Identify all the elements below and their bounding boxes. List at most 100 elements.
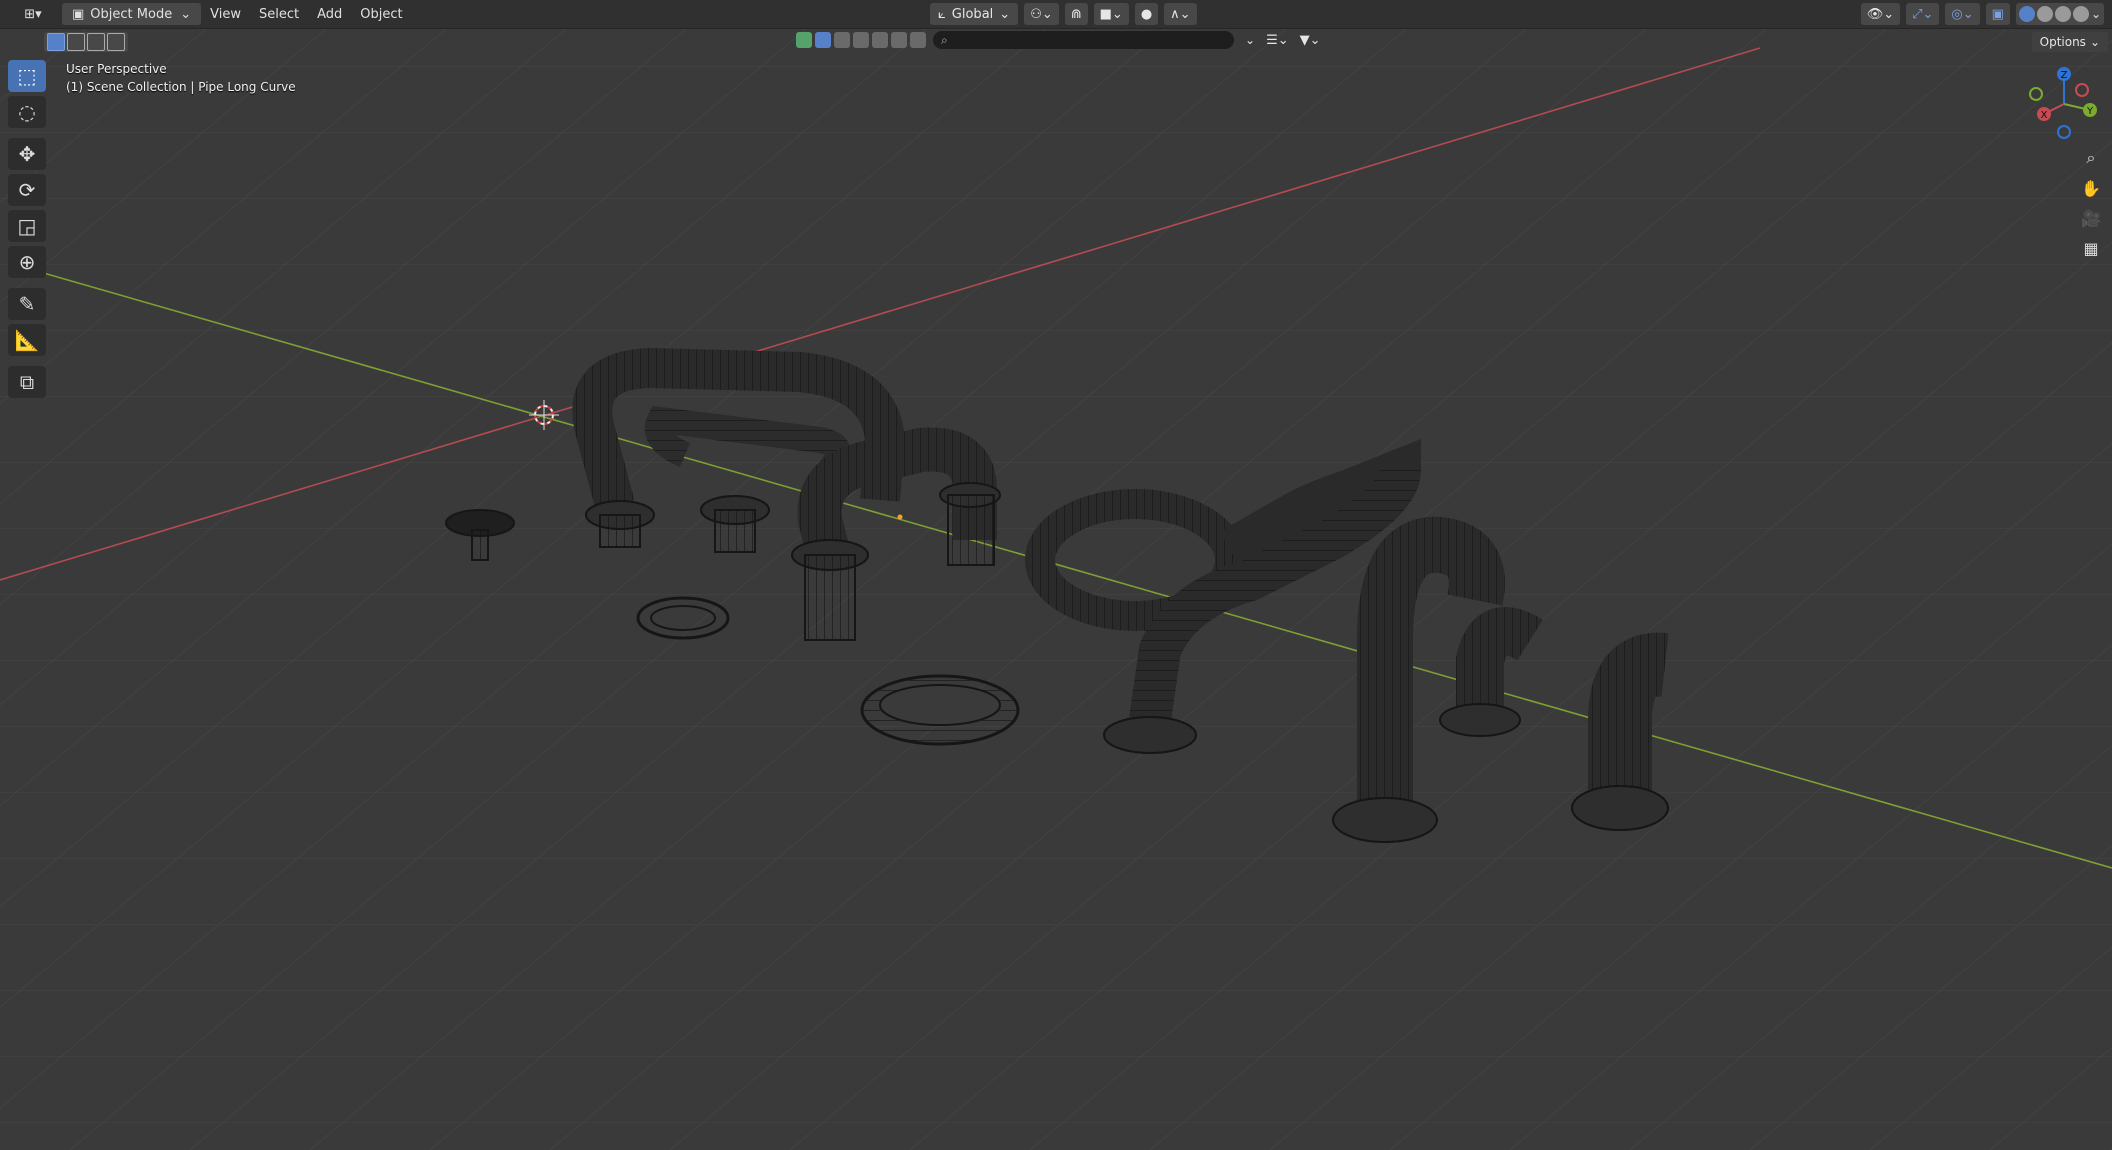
3d-viewport-icon: ⊞▾ bbox=[24, 6, 42, 22]
sort-icon[interactable]: ☰⌄ bbox=[1266, 33, 1289, 48]
gizmo-x-label: X bbox=[2041, 110, 2048, 121]
move-tool[interactable]: ✥ bbox=[8, 138, 46, 170]
chevron-down-icon: ⌄ bbox=[180, 6, 192, 22]
gizmo-toggle[interactable]: ⤢⌄ bbox=[1906, 3, 1940, 25]
proportional-edit-icon: ● bbox=[1140, 6, 1153, 22]
navigation-gizmo[interactable]: Z Y X bbox=[2016, 62, 2100, 146]
eye-icon: 👁⌄ bbox=[1866, 6, 1895, 22]
object-type-icon[interactable] bbox=[796, 32, 812, 48]
editor-type-button[interactable]: ⊞▾ bbox=[8, 3, 58, 25]
select-subtract-icon[interactable] bbox=[87, 33, 105, 51]
3d-viewport[interactable] bbox=[0, 0, 2112, 1150]
zoom-button[interactable]: ⌕ bbox=[2074, 144, 2108, 172]
wireframe-shading-icon[interactable] bbox=[2018, 6, 2035, 22]
material-shading-icon[interactable] bbox=[2054, 6, 2071, 22]
viewport-info: User Perspective (1) Scene Collection | … bbox=[66, 60, 296, 96]
falloff-icon: ∧⌄ bbox=[1170, 6, 1191, 22]
snap-toggle[interactable]: ⋒ bbox=[1064, 3, 1088, 25]
gizmo-icon: ⤢⌄ bbox=[1912, 6, 1934, 22]
xray-toggle[interactable]: ▣ bbox=[1985, 3, 2010, 25]
menu-select[interactable]: Select bbox=[250, 3, 308, 25]
object-mode-icon: ▣ bbox=[72, 6, 85, 22]
annotate-icon: ✎ bbox=[18, 292, 36, 316]
perspective-toggle-button[interactable]: ▦ bbox=[2074, 234, 2108, 262]
select-intersect-icon[interactable] bbox=[107, 33, 125, 51]
scale-tool[interactable]: ◲ bbox=[8, 210, 46, 242]
filter-light-icon[interactable] bbox=[853, 32, 869, 48]
search-icon: ⌕ bbox=[941, 32, 948, 47]
measure-icon: 📐 bbox=[14, 328, 40, 352]
options-dropdown[interactable]: Options ⌄ bbox=[2031, 32, 2108, 52]
menu-view[interactable]: View bbox=[201, 3, 250, 25]
rendered-shading-icon[interactable] bbox=[2072, 6, 2089, 22]
left-toolbar: ⬚ ◌ ✥ ⟳ ◲ ⊕ ✎ 📐 ⧉ bbox=[8, 60, 48, 402]
xray-icon: ▣ bbox=[1991, 6, 2004, 22]
visibility-dropdown[interactable]: 👁⌄ bbox=[1860, 3, 1901, 25]
chevron-down-icon[interactable]: ⌄ bbox=[1245, 33, 1255, 47]
measure-tool[interactable]: 📐 bbox=[8, 324, 46, 356]
gizmo-z-label: Z bbox=[2061, 70, 2068, 81]
mode-label: Object Mode bbox=[90, 6, 173, 22]
filter-curve-icon[interactable] bbox=[834, 32, 850, 48]
viewport-header: ⊞▾ ▣ Object Mode ⌄ View Select Add Objec… bbox=[0, 0, 2112, 29]
add-cube-tool[interactable]: ⧉ bbox=[8, 366, 46, 398]
grid-icon: ▦ bbox=[2083, 238, 2099, 258]
transform-icon: ⊕ bbox=[18, 250, 36, 274]
filter-mesh-icon[interactable] bbox=[815, 32, 831, 48]
filter-other-icon[interactable] bbox=[910, 32, 926, 48]
view-name: User Perspective bbox=[66, 62, 167, 76]
hand-icon: ✋ bbox=[2081, 178, 2101, 198]
proportional-edit-toggle[interactable]: ● bbox=[1134, 3, 1159, 25]
viewport-display-controls: 👁⌄ ⤢⌄ ◎⌄ ▣ ⌄ bbox=[1860, 3, 2104, 25]
magnet-icon: ⋒ bbox=[1070, 6, 1082, 22]
add-cube-icon: ⧉ bbox=[19, 370, 35, 394]
overlays-icon: ◎⌄ bbox=[1951, 6, 1974, 22]
transform-tool[interactable]: ⊕ bbox=[8, 246, 46, 278]
filter-camera-icon[interactable] bbox=[872, 32, 888, 48]
rotate-tool[interactable]: ⟳ bbox=[8, 174, 46, 206]
orientation-label: Global bbox=[951, 6, 994, 22]
selection-mode-buttons bbox=[44, 32, 128, 52]
chevron-down-icon: ⌄ bbox=[2089, 35, 2100, 49]
move-icon: ✥ bbox=[18, 142, 36, 166]
transform-controls: ⟀ Global ⌄ ⚇⌄ ⋒ ■⌄ ● ∧⌄ bbox=[930, 3, 1197, 25]
transform-orientation-dropdown[interactable]: ⟀ Global ⌄ bbox=[930, 3, 1019, 25]
cursor-tool[interactable]: ◌ bbox=[8, 96, 46, 128]
chevron-down-icon[interactable]: ⌄ bbox=[2091, 7, 2101, 21]
pivot-point-dropdown[interactable]: ⚇⌄ bbox=[1024, 3, 1059, 25]
options-label: Options bbox=[2039, 35, 2086, 49]
chevron-down-icon: ⌄ bbox=[999, 6, 1011, 22]
select-extend-icon[interactable] bbox=[67, 33, 85, 51]
collection-info: (1) Scene Collection | Pipe Long Curve bbox=[66, 80, 296, 94]
select-new-icon[interactable] bbox=[47, 33, 65, 51]
object-origin bbox=[897, 514, 903, 520]
rotate-icon: ⟳ bbox=[18, 178, 36, 202]
snap-target-icon: ■⌄ bbox=[1099, 6, 1123, 22]
camera-view-button[interactable]: 🎥 bbox=[2074, 204, 2108, 232]
shading-modes: ⌄ bbox=[2015, 3, 2104, 25]
menu-object[interactable]: Object bbox=[351, 3, 411, 25]
falloff-dropdown[interactable]: ∧⌄ bbox=[1164, 3, 1197, 25]
cursor-icon: ◌ bbox=[18, 100, 36, 124]
filter-icon[interactable]: ▼⌄ bbox=[1300, 33, 1321, 48]
zoom-icon: ⌕ bbox=[2086, 148, 2096, 167]
menu-add[interactable]: Add bbox=[308, 3, 351, 25]
gizmo-y-label: Y bbox=[2086, 106, 2094, 117]
tool-settings-row: ⌕ ⌄ ☰⌄ ▼⌄ Options ⌄ bbox=[0, 30, 2112, 52]
search-field[interactable]: ⌕ bbox=[933, 31, 1234, 49]
filter-empty-icon[interactable] bbox=[891, 32, 907, 48]
scale-icon: ◲ bbox=[17, 214, 37, 238]
select-box-tool[interactable]: ⬚ bbox=[8, 60, 46, 92]
search-input[interactable] bbox=[953, 32, 1218, 48]
mode-selector[interactable]: ▣ Object Mode ⌄ bbox=[62, 3, 202, 25]
select-box-icon: ⬚ bbox=[17, 64, 37, 88]
annotate-tool[interactable]: ✎ bbox=[8, 288, 46, 320]
camera-icon: 🎥 bbox=[2081, 208, 2101, 228]
object-filter-bar: ⌕ ⌄ ☰⌄ ▼⌄ bbox=[796, 31, 1321, 49]
solid-shading-icon[interactable] bbox=[2036, 6, 2053, 22]
snap-target-dropdown[interactable]: ■⌄ bbox=[1093, 3, 1129, 25]
pivot-icon: ⚇⌄ bbox=[1030, 6, 1053, 22]
orientation-icon: ⟀ bbox=[938, 6, 946, 22]
overlays-toggle[interactable]: ◎⌄ bbox=[1945, 3, 1980, 25]
pan-button[interactable]: ✋ bbox=[2074, 174, 2108, 202]
